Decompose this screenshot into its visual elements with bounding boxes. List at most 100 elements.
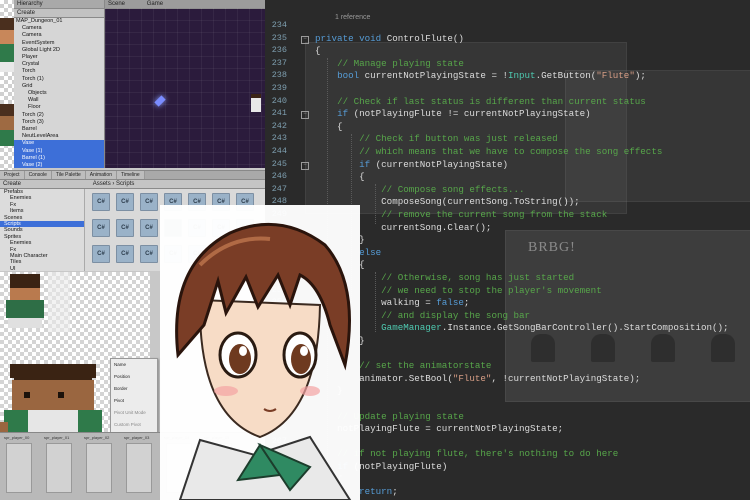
- csharp-script-icon: C#: [140, 193, 158, 211]
- csharp-script-icon: C#: [92, 245, 110, 263]
- sprite-editor-panel: Name Position Border Pivot Pivot Unit Mode Cu…: [110, 358, 158, 438]
- csharp-script-icon: C#: [92, 193, 110, 211]
- code-line[interactable]: if (notPlayingFlute != currentNotPlaying…: [315, 108, 591, 119]
- code-line[interactable]: GameManager.Instance.GetSongBarControlle…: [315, 322, 728, 333]
- script-asset[interactable]: C#: [140, 193, 160, 217]
- script-asset[interactable]: C#: [92, 193, 112, 217]
- project-tab[interactable]: Timeline: [116, 171, 145, 179]
- hierarchy-item[interactable]: Vase (2): [14, 162, 104, 168]
- line-number: 244: [271, 146, 287, 156]
- script-asset[interactable]: C#: [92, 219, 112, 243]
- fold-toggle-icon[interactable]: −: [301, 161, 309, 170]
- sketch-label: BRBG!: [528, 240, 576, 255]
- sprite-editor-field[interactable]: Border: [111, 383, 157, 395]
- line-number: 241: [271, 108, 287, 119]
- script-asset[interactable]: C#: [140, 219, 160, 243]
- project-tab[interactable]: Animation: [85, 171, 117, 179]
- sprite-editor-field[interactable]: Name: [111, 359, 157, 371]
- scene-view[interactable]: Scene Game: [105, 0, 265, 168]
- sprite-frame[interactable]: [126, 443, 152, 493]
- hierarchy-item[interactable]: Vase (1): [14, 147, 104, 155]
- code-line[interactable]: // Compose song effects...: [315, 184, 524, 195]
- project-toolbar: Create Assets › Scripts: [0, 180, 265, 189]
- code-line[interactable]: // Manage playing state: [315, 58, 464, 69]
- line-number: 239: [271, 83, 287, 93]
- line-number: 236: [271, 45, 287, 56]
- hierarchy-item[interactable]: NeutLevelArea: [14, 133, 104, 140]
- breadcrumb: Assets › Scripts: [92, 181, 135, 187]
- sprite-frame[interactable]: [46, 443, 72, 493]
- sprite-editor-field[interactable]: Pivot Unit Mode: [111, 407, 157, 419]
- scene-grid: [105, 8, 265, 168]
- script-asset[interactable]: C#: [116, 193, 136, 217]
- hierarchy-tab[interactable]: Hierarchy: [17, 1, 43, 7]
- hierarchy-item[interactable]: Barrel: [14, 126, 104, 133]
- sprite-editor-field[interactable]: Pivot: [111, 395, 157, 407]
- hierarchy-item[interactable]: Torch (1): [14, 76, 104, 83]
- hierarchy-item[interactable]: Objects: [14, 90, 104, 97]
- project-folder-item[interactable]: UI: [0, 266, 84, 271]
- hierarchy-item[interactable]: Global Light 2D: [14, 47, 104, 54]
- hierarchy-create-button[interactable]: Create: [17, 10, 35, 16]
- hierarchy-item[interactable]: Camera: [14, 32, 104, 39]
- hierarchy-item[interactable]: Grid: [14, 83, 104, 90]
- hierarchy-item[interactable]: Torch (3): [14, 119, 104, 126]
- hierarchy-panel: Hierarchy Create MAP_Dungeon_01 Camera Cam…: [14, 0, 105, 168]
- script-asset[interactable]: C#: [116, 245, 136, 269]
- code-line[interactable]: {: [315, 121, 343, 132]
- project-tab[interactable]: Console: [24, 171, 52, 179]
- code-line[interactable]: // if not playing flute, there's nothing…: [315, 448, 618, 459]
- fold-toggle-icon[interactable]: −: [301, 35, 309, 44]
- hierarchy-item[interactable]: Torch: [14, 68, 104, 75]
- csharp-script-icon: C#: [92, 219, 110, 237]
- code-line[interactable]: // Check if last status is different tha…: [315, 96, 646, 107]
- line-number: 237: [271, 57, 287, 68]
- code-line[interactable]: // which means that we have to compose t…: [315, 146, 662, 157]
- script-asset[interactable]: C#: [140, 245, 160, 269]
- code-line[interactable]: {: [315, 45, 321, 56]
- sprite-sheet-strip: [0, 0, 14, 170]
- line-number: 245: [271, 158, 287, 169]
- line-number: 243: [271, 133, 287, 144]
- hierarchy-item[interactable]: Wall: [14, 97, 104, 104]
- project-tab[interactable]: Project: [0, 171, 25, 179]
- fold-toggle-icon[interactable]: −: [301, 111, 309, 120]
- sprite-editor-field[interactable]: Position: [111, 371, 157, 383]
- hierarchy-list: MAP_Dungeon_01 Camera Camera EventSystem Glo…: [14, 18, 104, 168]
- line-number: 247: [271, 183, 287, 194]
- tab-scene[interactable]: Scene: [108, 1, 125, 7]
- code-line[interactable]: {: [315, 171, 365, 182]
- csharp-script-icon: C#: [116, 245, 134, 263]
- character-artwork: [160, 205, 360, 500]
- script-asset[interactable]: C#: [92, 245, 112, 269]
- tab-game[interactable]: Game: [147, 1, 163, 7]
- character-illustration: [160, 205, 360, 500]
- hierarchy-item[interactable]: MAP_Dungeon_01: [14, 18, 104, 25]
- hierarchy-item[interactable]: Camera: [14, 25, 104, 32]
- hierarchy-item[interactable]: Crystal: [14, 61, 104, 68]
- hierarchy-item[interactable]: Torch (2): [14, 112, 104, 119]
- sprite-frame-label: spr_player_00: [4, 435, 30, 440]
- sprite-frame-label: spr_player_02: [84, 435, 110, 440]
- player-sprite[interactable]: [251, 94, 261, 112]
- sprite-editor-field[interactable]: Custom Pivot: [111, 419, 157, 431]
- script-asset[interactable]: C#: [116, 219, 136, 243]
- csharp-script-icon: C#: [140, 219, 158, 237]
- code-line[interactable]: private void ControlFlute(): [315, 33, 464, 44]
- reference-codelens[interactable]: 1 reference: [335, 14, 370, 21]
- hierarchy-item[interactable]: EventSystem: [14, 40, 104, 47]
- hierarchy-item[interactable]: Floor: [14, 104, 104, 111]
- csharp-script-icon: C#: [116, 193, 134, 211]
- code-line[interactable]: animator.SetBool("Flute", !currentNotPla…: [315, 373, 640, 384]
- hierarchy-item[interactable]: Vase: [14, 140, 104, 148]
- code-line[interactable]: if (currentNotPlayingState): [315, 159, 508, 170]
- sprite-frame[interactable]: [86, 443, 112, 493]
- project-create-button[interactable]: Create: [3, 181, 21, 187]
- code-line[interactable]: bool currentNotPlayingState = !Input.Get…: [315, 70, 646, 81]
- code-line[interactable]: // Check if button was just released: [315, 133, 557, 144]
- csharp-script-icon: C#: [140, 245, 158, 263]
- sprite-frame[interactable]: [6, 443, 32, 493]
- hierarchy-item[interactable]: Player: [14, 54, 104, 61]
- project-tab[interactable]: Tile Palette: [51, 171, 86, 179]
- hierarchy-item[interactable]: Barrel (1): [14, 154, 104, 163]
